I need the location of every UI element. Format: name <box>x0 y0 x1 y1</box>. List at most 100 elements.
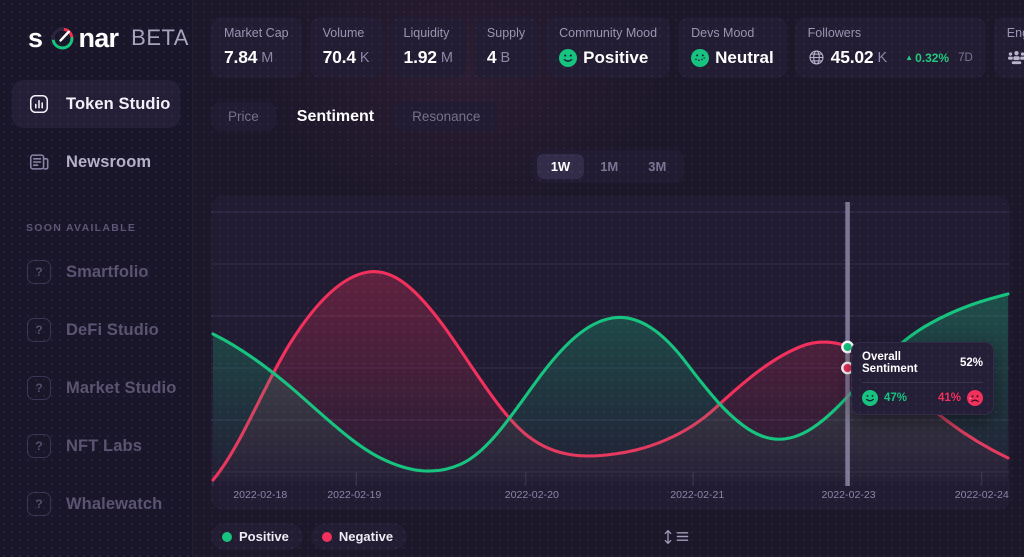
stat-unit: K <box>360 50 370 66</box>
stat-delta-period: 7D <box>958 52 973 64</box>
stat-card-market-cap[interactable]: Market Cap 7.84 M <box>211 17 302 78</box>
legend-label: Negative <box>339 529 393 544</box>
brand-logo[interactable]: s nar BETA <box>0 0 192 46</box>
stat-value: 45.02 <box>831 47 874 68</box>
chart-legend: Positive Negative <box>193 510 1024 550</box>
sidebar-item-label: Whalewatch <box>66 495 162 514</box>
tooltip-positive-value: 47% <box>884 392 907 404</box>
tab-price[interactable]: Price <box>211 102 276 131</box>
stat-value: 4 <box>487 47 497 68</box>
neutral-face-icon <box>691 49 709 67</box>
stat-unit: M <box>441 50 453 66</box>
tab-sentiment[interactable]: Sentiment <box>283 103 388 131</box>
sidebar-item-nft-labs: ? NFT Labs <box>12 422 180 470</box>
people-icon <box>1007 49 1024 66</box>
smiley-face-icon <box>559 49 577 67</box>
x-tick-label: 2022-02-21 <box>670 489 724 501</box>
stat-label: Followers <box>808 26 973 40</box>
x-tick-label: 2022-02-23 <box>822 489 876 501</box>
sidebar: s nar BETA <box>0 0 193 557</box>
sidebar-item-whalewatch: ? Whalewatch <box>12 480 180 528</box>
smiley-face-icon <box>862 390 878 406</box>
stat-card-supply[interactable]: Supply 4 B <box>474 17 538 78</box>
stat-card-devs-mood[interactable]: Devs Mood Neutral <box>678 17 787 78</box>
stat-label: Community Mood <box>559 26 657 40</box>
tab-resonance[interactable]: Resonance <box>395 102 497 131</box>
tooltip-title: Overall Sentiment <box>862 351 952 375</box>
tooltip-overall-value: 52% <box>960 357 983 369</box>
sidebar-item-newsroom[interactable]: Newsroom <box>12 138 180 186</box>
chart-bar-icon <box>26 91 52 117</box>
sidebar-item-label: NFT Labs <box>66 437 142 456</box>
stat-mood-value: Neutral <box>715 48 774 68</box>
logo-text-tail: nar <box>79 25 119 52</box>
sidebar-item-token-studio[interactable]: Token Studio <box>12 80 180 128</box>
question-icon: ? <box>26 375 52 401</box>
x-tick-label: 2022-02-20 <box>505 489 559 501</box>
sidebar-nav: Token Studio Newsroom SOON AVAILABLE ? <box>0 80 192 528</box>
sidebar-item-label: Market Studio <box>66 379 176 398</box>
question-icon: ? <box>26 259 52 285</box>
stat-unit: K <box>877 50 887 66</box>
x-tick-label: 2022-02-19 <box>327 489 381 501</box>
stat-value: 1.92 <box>404 47 437 68</box>
logo-text-lead: s <box>28 25 43 52</box>
stat-value: 70.4 <box>323 47 356 68</box>
x-tick-label: 2022-02-24 <box>955 489 1009 501</box>
legend-chip-negative[interactable]: Negative <box>311 523 407 550</box>
sidebar-item-label: DeFi Studio <box>66 321 159 340</box>
tooltip-negative: 41% <box>938 390 983 406</box>
x-tick-label: 2022-02-18 <box>233 489 287 501</box>
stats-strip: Market Cap 7.84 M Volume 70.4 K Liquidit… <box>193 0 1024 78</box>
stat-delta-value: 0.32% <box>915 51 949 65</box>
range-button-3m[interactable]: 3M <box>634 154 680 179</box>
stat-card-volume[interactable]: Volume 70.4 K <box>310 17 383 78</box>
news-icon <box>26 149 52 175</box>
triangle-up-icon: ▲ <box>905 54 913 62</box>
sidebar-section-header: SOON AVAILABLE <box>0 196 192 248</box>
stat-label: Liquidity <box>404 26 453 40</box>
logo-beta-tag: BETA <box>131 27 189 49</box>
stat-card-followers[interactable]: Followers 45.02 K ▲ <box>795 17 986 78</box>
chart-tooltip: Overall Sentiment 52% 47% <box>851 342 994 415</box>
sort-icon[interactable] <box>663 529 689 545</box>
stat-delta: ▲ 0.32% <box>905 51 949 65</box>
question-icon: ? <box>26 317 52 343</box>
gauge-icon <box>50 26 75 51</box>
question-icon: ? <box>26 433 52 459</box>
range-button-1m[interactable]: 1M <box>586 154 632 179</box>
stat-mood-value: Positive <box>583 48 648 68</box>
stat-card-engagement[interactable]: Engagement -510.00 <box>994 17 1024 78</box>
legend-chip-positive[interactable]: Positive <box>211 523 303 550</box>
tooltip-divider <box>862 382 983 383</box>
stat-label: Market Cap <box>224 26 289 40</box>
globe-icon <box>808 49 825 66</box>
sidebar-item-label: Token Studio <box>66 95 170 114</box>
question-icon: ? <box>26 491 52 517</box>
stat-label: Supply <box>487 26 525 40</box>
sidebar-item-smartfolio: ? Smartfolio <box>12 248 180 296</box>
stat-card-liquidity[interactable]: Liquidity 1.92 M <box>391 17 466 78</box>
legend-label: Positive <box>239 529 289 544</box>
sad-face-icon <box>967 390 983 406</box>
stat-value: 7.84 <box>224 47 257 68</box>
stat-label: Engagement <box>1007 26 1024 40</box>
stat-label: Volume <box>323 26 370 40</box>
range-selector: 1W 1M 3M <box>193 150 1024 183</box>
sidebar-item-defi-studio: ? DeFi Studio <box>12 306 180 354</box>
tooltip-positive: 47% <box>862 390 907 406</box>
legend-dot-positive <box>222 532 232 542</box>
main-content: Market Cap 7.84 M Volume 70.4 K Liquidit… <box>193 0 1024 557</box>
tooltip-negative-value: 41% <box>938 392 961 404</box>
stat-unit: B <box>500 50 510 66</box>
sentiment-chart[interactable]: 2022-02-18 2022-02-19 2022-02-20 2022-02… <box>211 196 1010 510</box>
stat-unit: M <box>261 50 273 66</box>
sidebar-item-market-studio: ? Market Studio <box>12 364 180 412</box>
stat-label: Devs Mood <box>691 26 774 40</box>
sidebar-item-label: Newsroom <box>66 153 151 172</box>
range-button-1w[interactable]: 1W <box>537 154 585 179</box>
chart-tabs: Price Sentiment Resonance <box>193 78 1024 131</box>
sidebar-item-label: Smartfolio <box>66 263 149 282</box>
legend-dot-negative <box>322 532 332 542</box>
stat-card-community-mood[interactable]: Community Mood Positive <box>546 17 670 78</box>
